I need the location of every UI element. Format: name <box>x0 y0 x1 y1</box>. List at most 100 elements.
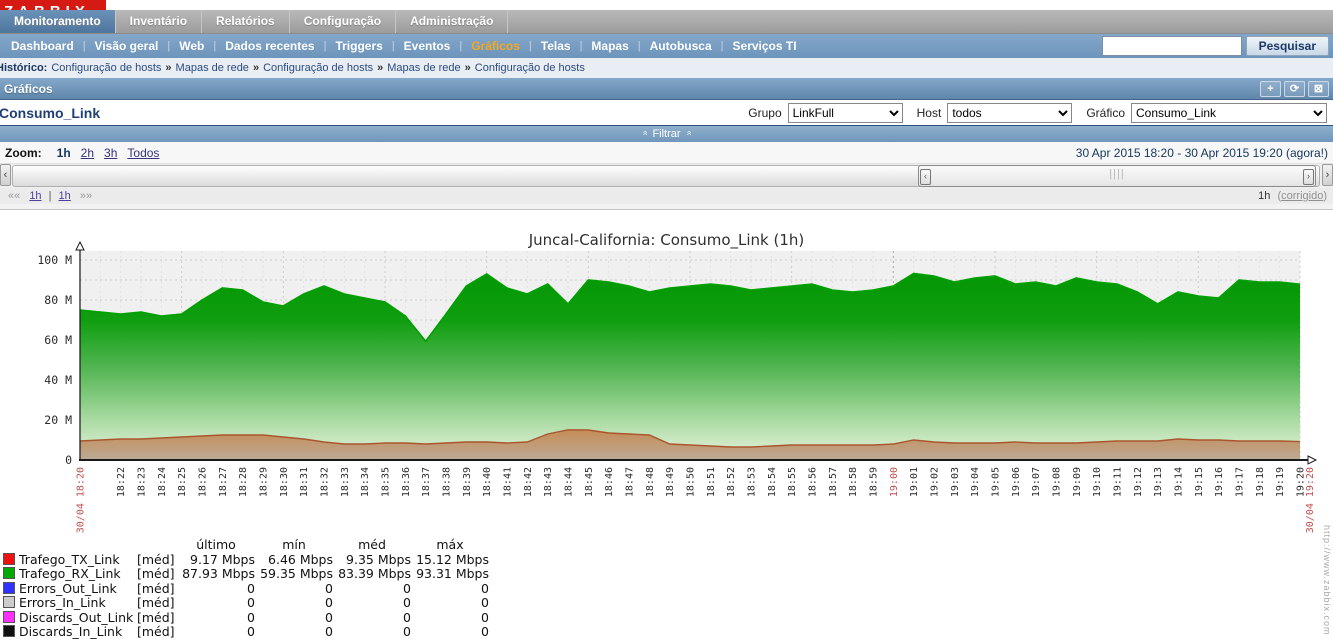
svg-text:18:30: 18:30 <box>279 467 290 497</box>
legend-series-tag: [méd] <box>137 567 177 582</box>
legend-value: 9.35 Mbps <box>333 553 411 568</box>
chart-panel: Juncal-California: Consumo_Link (1h) 020… <box>0 209 1333 642</box>
scroll-left-arrow-icon[interactable]: ‹ <box>0 164 11 186</box>
refresh-icon[interactable]: ⟳ <box>1284 81 1305 97</box>
breadcrumb-link[interactable]: Configuração de hosts <box>475 62 585 74</box>
range-start-link[interactable]: 30 Apr 2015 18:20 <box>1076 146 1174 160</box>
svg-text:18:46: 18:46 <box>604 467 615 497</box>
fullscreen-icon[interactable]: ⊠ <box>1308 81 1329 97</box>
svg-text:18:40: 18:40 <box>482 467 493 497</box>
legend-value: 0 <box>333 625 411 640</box>
svg-text:19:19: 19:19 <box>1275 467 1286 497</box>
svg-text:18:22: 18:22 <box>116 467 127 497</box>
svg-text:18:47: 18:47 <box>625 467 636 497</box>
main-menu-tab-administra-o[interactable]: Administração <box>396 10 508 33</box>
legend-swatch-discards-in-link <box>3 625 15 637</box>
zoom-option-3h[interactable]: 3h <box>104 146 117 160</box>
legend-value: 0 <box>255 611 333 626</box>
svg-text:20 M: 20 M <box>44 413 72 427</box>
svg-text:100 M: 100 M <box>37 253 72 267</box>
sub-menu-items: Dashboard|Visão geral|Web|Dados recentes… <box>2 39 806 53</box>
breadcrumb-link[interactable]: Configuração de hosts <box>51 62 161 74</box>
search-button[interactable]: Pesquisar <box>1246 36 1329 56</box>
filter-label: Filtrar <box>652 128 680 140</box>
sub-menu-item-web[interactable]: Web <box>170 39 213 53</box>
sub-menu-item-mapas[interactable]: Mapas <box>582 39 637 53</box>
svg-text:18:54: 18:54 <box>767 467 778 497</box>
breadcrumb-separator: » <box>249 62 263 74</box>
main-menu-tab-invent-rio[interactable]: Inventário <box>116 10 202 33</box>
svg-text:18:28: 18:28 <box>238 467 249 497</box>
add-favourite-icon[interactable]: + <box>1260 81 1281 97</box>
sub-menu-item-telas[interactable]: Telas <box>532 39 580 53</box>
zoom-option-1h-current: 1h <box>57 146 71 160</box>
legend-series-tag: [méd] <box>137 611 177 626</box>
main-menu-tab-monitoramento[interactable]: Monitoramento <box>0 10 116 33</box>
legend-series-name: Discards_Out_Link <box>19 611 137 626</box>
svg-text:40 M: 40 M <box>44 373 72 387</box>
sub-menu-item-eventos[interactable]: Eventos <box>395 39 460 53</box>
sub-menu-item-dados-recentes[interactable]: Dados recentes <box>216 39 323 53</box>
prev-period-link[interactable]: 1h <box>29 190 41 202</box>
corrigido-link[interactable]: corrigido <box>1281 190 1323 202</box>
sub-menu-item-triggers[interactable]: Triggers <box>326 39 391 53</box>
selection-left-handle-icon[interactable]: ‹ <box>920 169 931 185</box>
sub-menu-item-autobusca[interactable]: Autobusca <box>641 39 721 53</box>
select-grupo[interactable]: LinkFull <box>788 103 903 123</box>
selection-right-handle-icon[interactable]: › <box>1303 169 1314 185</box>
legend-swatch-discards-out-link <box>3 611 15 623</box>
legend-value: 9.17 Mbps <box>177 553 255 568</box>
drag-grip-icon[interactable]: |||| <box>1109 168 1124 180</box>
breadcrumb-link[interactable]: Configuração de hosts <box>263 62 373 74</box>
zoom-option-todos[interactable]: Todos <box>127 146 159 160</box>
svg-text:18:26: 18:26 <box>198 467 209 497</box>
breadcrumb-link[interactable]: Mapas de rede <box>176 62 249 74</box>
svg-text:19:13: 19:13 <box>1153 467 1164 497</box>
scroll-right-arrow-icon[interactable]: › <box>1322 164 1333 186</box>
prev-fast-symbol: «« <box>8 190 20 202</box>
main-menu-tab-relat-rios[interactable]: Relatórios <box>202 10 290 33</box>
range-end-link[interactable]: 30 Apr 2015 19:20 (agora!) <box>1185 146 1328 160</box>
period-nav-row: «« 1h | 1h »» 1h (corrigido) <box>0 188 1333 204</box>
legend-value: 0 <box>255 582 333 597</box>
breadcrumb: Histórico:Configuração de hosts»Mapas de… <box>0 58 1333 78</box>
legend-value: 0 <box>177 582 255 597</box>
svg-text:18:39: 18:39 <box>462 467 473 497</box>
breadcrumb-link[interactable]: Mapas de rede <box>387 62 460 74</box>
legend-series-tag: [méd] <box>137 625 177 640</box>
svg-text:18:59: 18:59 <box>869 467 880 497</box>
svg-text:19:09: 19:09 <box>1072 467 1083 497</box>
header-icon-group: +⟳⊠ <box>1260 81 1329 97</box>
next-fast-symbol: »» <box>80 190 92 202</box>
main-menu-tab-configura-o[interactable]: Configuração <box>290 10 396 33</box>
period-label: 1h <box>1258 190 1270 202</box>
time-range: 30 Apr 2015 18:20 - 30 Apr 2015 19:20 (a… <box>1076 146 1328 160</box>
legend-series-name: Trafego_TX_Link <box>19 553 137 568</box>
sub-menu-item-vis-o-geral[interactable]: Visão geral <box>86 39 168 53</box>
legend-series-name: Trafego_RX_Link <box>19 567 137 582</box>
svg-text:18:29: 18:29 <box>259 467 270 497</box>
select-host[interactable]: todos <box>947 103 1072 123</box>
svg-text:18:38: 18:38 <box>442 467 453 497</box>
svg-text:18:55: 18:55 <box>787 467 798 497</box>
sub-menu-item-gr-ficos[interactable]: Gráficos <box>462 39 529 53</box>
period-status: 1h (corrigido) <box>1258 190 1327 202</box>
sub-menu-item-servi-os-ti[interactable]: Serviços TI <box>724 39 806 53</box>
filter-toggle[interactable]: »Filtrar» <box>0 126 1333 142</box>
svg-text:18:57: 18:57 <box>828 467 839 497</box>
svg-text:19:02: 19:02 <box>930 467 941 497</box>
svg-text:18:33: 18:33 <box>340 467 351 497</box>
select-gr-fico[interactable]: Consumo_Link <box>1131 103 1327 123</box>
svg-text:18:43: 18:43 <box>543 467 554 497</box>
scrollbar-selection[interactable]: ‹ |||| › <box>918 165 1316 187</box>
sub-menu-item-dashboard[interactable]: Dashboard <box>2 39 83 53</box>
next-period-link[interactable]: 1h <box>59 190 71 202</box>
legend-value: 0 <box>333 582 411 597</box>
svg-text:19:05: 19:05 <box>991 467 1002 497</box>
svg-text:19:01: 19:01 <box>909 467 920 497</box>
time-scrollbar: ‹ ‹ |||| › › <box>0 164 1333 188</box>
zoom-option-2h[interactable]: 2h <box>81 146 94 160</box>
range-separator: - <box>1177 146 1184 160</box>
svg-text:19:12: 19:12 <box>1133 467 1144 497</box>
search-input[interactable] <box>1102 36 1242 56</box>
